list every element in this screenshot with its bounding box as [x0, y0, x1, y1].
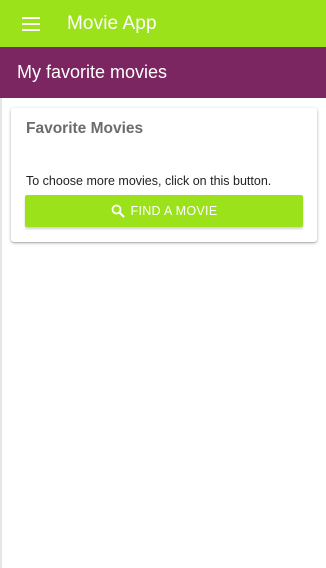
- card-title: Favorite Movies: [26, 120, 144, 137]
- page-header: My favorite movies: [0, 47, 326, 98]
- find-movie-button-label: FIND A MOVIE: [130, 204, 218, 218]
- page-title: My favorite movies: [17, 62, 168, 82]
- search-icon: [111, 204, 125, 218]
- hamburger-menu-icon: [22, 16, 40, 31]
- find-movie-button[interactable]: FIND A MOVIE: [25, 195, 303, 227]
- card-description: To choose more movies, click on this but…: [26, 174, 272, 188]
- app-bar: Movie App: [0, 0, 326, 47]
- favorite-movies-card: Favorite Movies To choose more movies, c…: [11, 108, 317, 242]
- app-title: Movie App: [67, 12, 157, 34]
- menu-button[interactable]: [20, 16, 42, 32]
